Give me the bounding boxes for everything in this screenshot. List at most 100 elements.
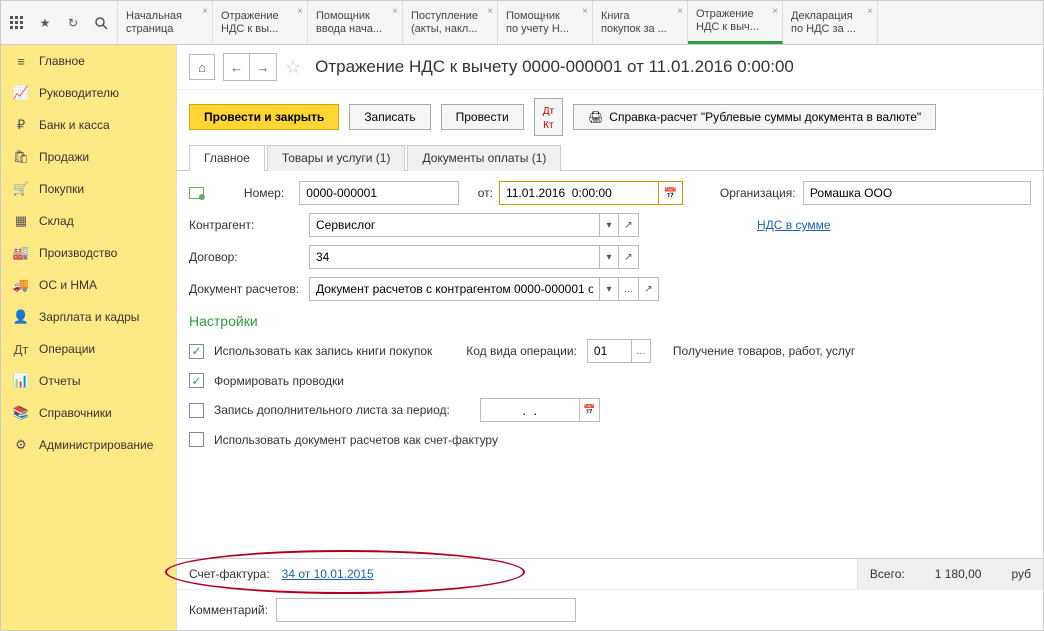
favorite-button[interactable]: ☆ bbox=[285, 57, 301, 78]
close-icon[interactable]: × bbox=[867, 5, 873, 18]
sidebar-label: Склад bbox=[39, 214, 74, 228]
top-bar: ★ ↻ Начальнаястраница×ОтражениеНДС к вы.… bbox=[1, 1, 1043, 45]
sidebar-item[interactable]: ДтОперации bbox=[1, 333, 176, 365]
close-icon[interactable]: × bbox=[582, 5, 588, 18]
forward-button[interactable]: → bbox=[250, 54, 276, 80]
star-icon[interactable]: ★ bbox=[37, 15, 53, 31]
close-icon[interactable]: × bbox=[297, 5, 303, 18]
sidebar-item[interactable]: 🛍Продажи bbox=[1, 141, 176, 173]
counterparty-label: Контрагент: bbox=[189, 218, 309, 232]
tab-main[interactable]: Главное bbox=[189, 145, 265, 171]
chk-book-record-label: Использовать как запись книги покупок bbox=[214, 344, 432, 358]
post-close-button[interactable]: Провести и закрыть bbox=[189, 104, 339, 130]
number-label: Номер: bbox=[244, 186, 299, 200]
sidebar-item[interactable]: ⚙ Администрирование bbox=[1, 429, 176, 461]
calendar-button[interactable]: 📅 bbox=[580, 398, 600, 422]
dk-icon: ДтКт bbox=[543, 106, 554, 131]
search-icon[interactable] bbox=[93, 15, 109, 31]
number-field[interactable] bbox=[299, 181, 459, 205]
sidebar-label: Отчеты bbox=[39, 374, 80, 388]
save-button[interactable]: Записать bbox=[349, 104, 430, 130]
period-field[interactable] bbox=[480, 398, 580, 422]
report-button[interactable]: 🖨Справка-расчет "Рублевые суммы документ… bbox=[573, 104, 936, 130]
tab-payments[interactable]: Документы оплаты (1) bbox=[407, 145, 561, 171]
window-tab[interactable]: Помощникввода нача...× bbox=[308, 1, 403, 44]
close-icon[interactable]: × bbox=[392, 5, 398, 18]
sidebar-item[interactable]: 🛒Покупки bbox=[1, 173, 176, 205]
open-button[interactable]: ↗ bbox=[619, 245, 639, 269]
footer-bar: Счет-фактура: 34 от 10.01.2015 Всего: 1 … bbox=[177, 558, 1043, 589]
document-status-icon bbox=[189, 187, 204, 199]
org-field[interactable] bbox=[803, 181, 1031, 205]
printer-icon: 🖨 bbox=[588, 110, 603, 124]
dk-button[interactable]: ДтКт bbox=[534, 98, 563, 136]
comment-label: Комментарий: bbox=[189, 603, 268, 617]
close-icon[interactable]: × bbox=[487, 5, 493, 18]
sidebar-item[interactable]: ₽Банк и касса bbox=[1, 109, 176, 141]
sidebar-item[interactable]: 📈Руководителю bbox=[1, 77, 176, 109]
op-code-field[interactable] bbox=[587, 339, 631, 363]
invoice-link[interactable]: 34 от 10.01.2015 bbox=[282, 567, 374, 581]
close-icon[interactable]: × bbox=[202, 5, 208, 18]
sidebar-item[interactable]: 👤Зарплата и кадры bbox=[1, 301, 176, 333]
back-button[interactable]: ← bbox=[224, 54, 250, 80]
home-button[interactable]: ⌂ bbox=[189, 54, 215, 80]
calendar-button[interactable]: 📅 bbox=[659, 181, 683, 205]
close-icon[interactable]: × bbox=[772, 5, 778, 18]
dropdown-button[interactable]: ▾ bbox=[599, 213, 619, 237]
op-code-label: Код вида операции: bbox=[466, 344, 577, 358]
ellipsis-button[interactable]: … bbox=[631, 339, 651, 363]
window-tab[interactable]: Помощникпо учету Н...× bbox=[498, 1, 593, 44]
sidebar-icon: ⚙ bbox=[13, 437, 29, 453]
chk-additional-sheet-label: Запись дополнительного листа за период: bbox=[214, 403, 450, 417]
close-icon[interactable]: × bbox=[677, 5, 683, 18]
ellipsis-button[interactable]: … bbox=[619, 277, 639, 301]
sidebar-item[interactable]: 📊Отчеты bbox=[1, 365, 176, 397]
window-tab[interactable]: Декларацияпо НДС за ...× bbox=[783, 1, 878, 44]
sidebar-item[interactable]: 🚚ОС и НМА bbox=[1, 269, 176, 301]
sidebar-label: Производство bbox=[39, 246, 117, 260]
header-bar: ⌂ ← → ☆ Отражение НДС к вычету 0000-0000… bbox=[177, 45, 1043, 90]
sidebar-item[interactable]: 🏭Производство bbox=[1, 237, 176, 269]
apps-icon[interactable] bbox=[9, 15, 25, 31]
window-tab[interactable]: Книгапокупок за ...× bbox=[593, 1, 688, 44]
sidebar-item[interactable]: 📚Справочники bbox=[1, 397, 176, 429]
chk-additional-sheet[interactable] bbox=[189, 403, 204, 418]
op-desc: Получение товаров, работ, услуг bbox=[673, 344, 855, 358]
sidebar-item[interactable]: ▦Склад bbox=[1, 205, 176, 237]
window-tab[interactable]: Поступление(акты, накл...× bbox=[403, 1, 498, 44]
sidebar-label: Банк и касса bbox=[39, 118, 110, 132]
dropdown-button[interactable]: ▾ bbox=[599, 245, 619, 269]
chk-postings-label: Формировать проводки bbox=[214, 374, 344, 388]
window-tab[interactable]: Начальнаястраница× bbox=[118, 1, 213, 44]
comment-row: Комментарий: bbox=[177, 589, 1043, 630]
sidebar-icon: 🚚 bbox=[13, 277, 29, 293]
comment-field[interactable] bbox=[276, 598, 576, 622]
contract-label: Договор: bbox=[189, 250, 309, 264]
doc-tabs: Главное Товары и услуги (1) Документы оп… bbox=[177, 144, 1043, 171]
sidebar-label: Администрирование bbox=[39, 438, 153, 452]
total-value: 1 180,00 bbox=[935, 567, 982, 581]
chk-use-settlement-as-invoice[interactable] bbox=[189, 432, 204, 447]
sidebar: ≡Главное📈Руководителю₽Банк и касса🛍Прода… bbox=[1, 45, 177, 630]
settlement-field[interactable] bbox=[309, 277, 599, 301]
contract-field[interactable] bbox=[309, 245, 599, 269]
tab-goods[interactable]: Товары и услуги (1) bbox=[267, 145, 406, 171]
total-box: Всего: 1 180,00 руб bbox=[857, 559, 1043, 589]
history-icon[interactable]: ↻ bbox=[65, 15, 81, 31]
chk-book-record[interactable] bbox=[189, 344, 204, 359]
counterparty-field[interactable] bbox=[309, 213, 599, 237]
sidebar-icon: Дт bbox=[13, 341, 29, 357]
post-button[interactable]: Провести bbox=[441, 104, 524, 130]
date-field[interactable] bbox=[499, 181, 659, 205]
dropdown-button[interactable]: ▾ bbox=[599, 277, 619, 301]
window-tab[interactable]: ОтражениеНДС к вы...× bbox=[213, 1, 308, 44]
chk-postings[interactable] bbox=[189, 373, 204, 388]
vat-link[interactable]: НДС в сумме bbox=[757, 218, 831, 232]
sidebar-label: Зарплата и кадры bbox=[39, 310, 139, 324]
window-tab[interactable]: ОтражениеНДС к выч...× bbox=[688, 1, 783, 44]
open-button[interactable]: ↗ bbox=[619, 213, 639, 237]
sidebar-item[interactable]: ≡Главное bbox=[1, 45, 176, 77]
toolbar-icons: ★ ↻ bbox=[1, 1, 118, 44]
open-button[interactable]: ↗ bbox=[639, 277, 659, 301]
